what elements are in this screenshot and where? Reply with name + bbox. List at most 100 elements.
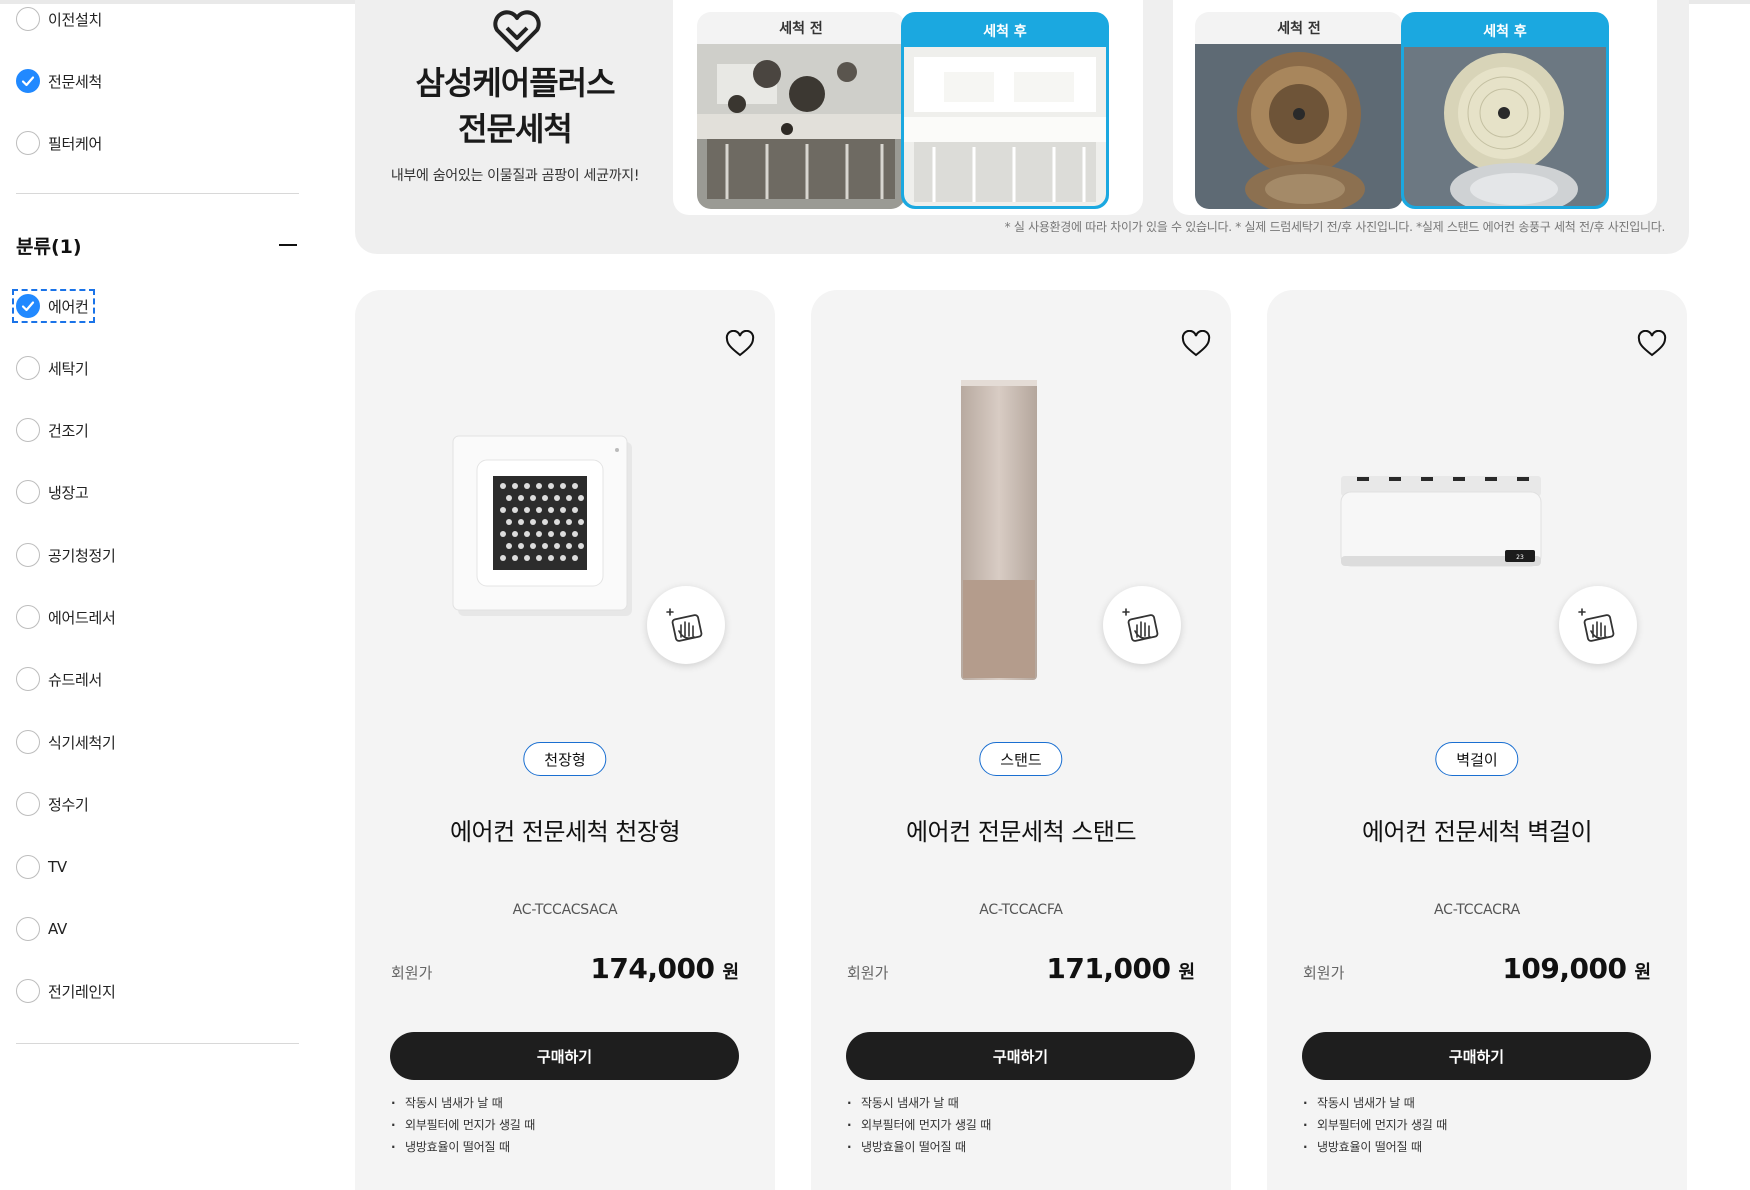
note-item: 작동시 냄새가 날 때	[1303, 1092, 1447, 1114]
cleaning-hand-icon	[666, 608, 703, 642]
price-value: 174,000	[590, 952, 715, 985]
radio-unchecked-icon	[16, 979, 40, 1003]
note-item: 외부필터에 먼지가 생길 때	[391, 1114, 535, 1136]
symptom-notes: 작동시 냄새가 날 때 외부필터에 먼지가 생길 때 냉방효율이 떨어질 때	[391, 1092, 535, 1158]
filter-label: 건조기	[48, 421, 89, 440]
category-item-airdresser[interactable]: 에어드레서	[16, 604, 116, 630]
cleaning-promo-banner: 삼성케어플러스 전문세척 내부에 숨어있는 이물질과 곰팡이 세균까지! 세척 …	[355, 0, 1689, 254]
price: 174,000 원	[590, 952, 739, 985]
filter-label: 슈드레서	[48, 670, 103, 689]
collapse-minus-icon[interactable]	[277, 234, 299, 256]
radio-unchecked-icon	[16, 730, 40, 754]
member-price-label: 회원가	[1303, 964, 1345, 982]
cleaning-hand-icon	[1578, 608, 1615, 642]
radio-unchecked-icon	[16, 917, 40, 941]
radio-unchecked-icon	[16, 418, 40, 442]
washer-after-photo	[1404, 47, 1606, 206]
radio-unchecked-icon	[16, 131, 40, 155]
category-section-header: 분류(1)	[16, 230, 299, 260]
category-item-shoedresser[interactable]: 슈드레서	[16, 666, 102, 692]
category-item-washer[interactable]: 세탁기	[16, 355, 89, 381]
type-tag: 천장형	[523, 742, 607, 776]
before-label: 세척 전	[779, 21, 823, 37]
radio-unchecked-icon	[16, 792, 40, 816]
note-item: 작동시 냄새가 날 때	[391, 1092, 535, 1114]
price: 109,000 원	[1502, 952, 1651, 985]
banner-disclaimer: * 실 사용환경에 따라 차이가 있을 수 있습니다. * 실제 드럼세탁기 전…	[1004, 220, 1666, 234]
product-card-wall[interactable]: 23 벽걸이 에어컨 전문세척 벽걸이 AC-TCCACRA 회원가 109,0…	[1267, 290, 1687, 1190]
note-item: 작동시 냄새가 날 때	[847, 1092, 991, 1114]
radio-unchecked-icon	[16, 667, 40, 691]
note-item: 외부필터에 먼지가 생길 때	[1303, 1114, 1447, 1136]
currency-unit: 원	[1634, 962, 1651, 983]
radio-unchecked-icon	[16, 356, 40, 380]
category-item-dryer[interactable]: 건조기	[16, 417, 89, 443]
banner-intro: 삼성케어플러스 전문세척 내부에 숨어있는 이물질과 곰팡이 세균까지!	[355, 0, 675, 254]
price-value: 109,000	[1502, 952, 1627, 985]
radio-unchecked-icon	[16, 855, 40, 879]
checkmark-icon	[16, 69, 40, 93]
price: 171,000 원	[1046, 952, 1195, 985]
currency-unit: 원	[722, 962, 739, 983]
washer-before-tile: 세척 전	[1195, 12, 1403, 209]
banner-title: 삼성케어플러스 전문세척	[355, 60, 675, 152]
product-card-stand[interactable]: 스탠드 에어컨 전문세척 스탠드 AC-TCCACFA 회원가 171,000 …	[811, 290, 1231, 1190]
category-item-air-purifier[interactable]: 공기청정기	[16, 542, 116, 568]
filter-label: 전문세척	[48, 72, 103, 91]
category-item-water-purifier[interactable]: 정수기	[16, 791, 89, 817]
heart-wishlist-icon[interactable]	[1181, 330, 1211, 358]
cleaning-service-badge	[1559, 586, 1637, 664]
product-name[interactable]: 에어컨 전문세척 천장형	[355, 812, 775, 847]
filter-label: 냉장고	[48, 483, 89, 502]
washer-before-photo	[1195, 44, 1403, 209]
filter-filter-care[interactable]: 필터케어	[16, 130, 102, 156]
product-name[interactable]: 에어컨 전문세척 스탠드	[811, 812, 1231, 847]
cleaning-service-badge	[1103, 586, 1181, 664]
aircon-before-photo	[697, 44, 905, 209]
buy-button[interactable]: 구매하기	[1302, 1032, 1651, 1080]
category-item-av[interactable]: AV	[16, 916, 67, 942]
category-item-dishwasher[interactable]: 식기세척기	[16, 729, 116, 755]
product-name[interactable]: 에어컨 전문세척 벽걸이	[1267, 812, 1687, 847]
aircon-before-tile: 세척 전	[697, 12, 905, 209]
member-price-label: 회원가	[391, 964, 433, 982]
model-code: AC-TCCACFA	[979, 902, 1063, 918]
buy-button[interactable]: 구매하기	[390, 1032, 739, 1080]
category-item-electric-range[interactable]: 전기레인지	[16, 978, 116, 1004]
section-divider	[16, 1043, 299, 1044]
filter-label: TV	[48, 858, 67, 876]
category-item-tv[interactable]: TV	[16, 854, 67, 880]
radio-unchecked-icon	[16, 543, 40, 567]
radio-unchecked-icon	[16, 605, 40, 629]
filter-label: 정수기	[48, 795, 89, 814]
currency-unit: 원	[1178, 962, 1195, 983]
washer-after-tile: 세척 후	[1401, 12, 1609, 209]
filter-label: 필터케어	[48, 134, 103, 153]
washer-before-after-panel: 세척 전 세척 후	[1173, 0, 1657, 215]
member-price-label: 회원가	[847, 964, 889, 982]
cleaning-hand-icon	[1122, 608, 1159, 642]
note-item: 외부필터에 먼지가 생길 때	[847, 1114, 991, 1136]
filter-label: 에어컨	[48, 297, 89, 316]
filter-relocation-install[interactable]: 이전설치	[16, 6, 102, 32]
category-item-aircon[interactable]: 에어컨	[12, 289, 95, 323]
note-item: 냉방효율이 떨어질 때	[847, 1136, 991, 1158]
buy-button[interactable]: 구매하기	[846, 1032, 1195, 1080]
care-heart-logo-icon	[493, 10, 541, 52]
radio-unchecked-icon	[16, 480, 40, 504]
aircon-after-photo	[904, 47, 1106, 206]
product-card-ceiling[interactable]: 천장형 에어컨 전문세척 천장형 AC-TCCACSACA 회원가 174,00…	[355, 290, 775, 1190]
checkmark-icon	[16, 294, 40, 318]
aircon-before-after-panel: 세척 전 세척 후	[673, 0, 1143, 215]
banner-subtitle: 내부에 숨어있는 이물질과 곰팡이 세균까지!	[390, 168, 640, 184]
before-label: 세척 전	[1277, 21, 1321, 37]
heart-wishlist-icon[interactable]	[725, 330, 755, 358]
note-item: 냉방효율이 떨어질 때	[1303, 1136, 1447, 1158]
cleaning-service-badge	[647, 586, 725, 664]
section-divider	[16, 193, 299, 194]
category-item-refrigerator[interactable]: 냉장고	[16, 479, 89, 505]
heart-wishlist-icon[interactable]	[1637, 330, 1667, 358]
filter-label: 식기세척기	[48, 733, 116, 752]
filter-sidebar: 이전설치 전문세척 필터케어 분류(1) 에어컨 세탁기 건조기 냉장고 공기청…	[12, 0, 301, 1173]
filter-professional-cleaning[interactable]: 전문세척	[16, 68, 102, 94]
